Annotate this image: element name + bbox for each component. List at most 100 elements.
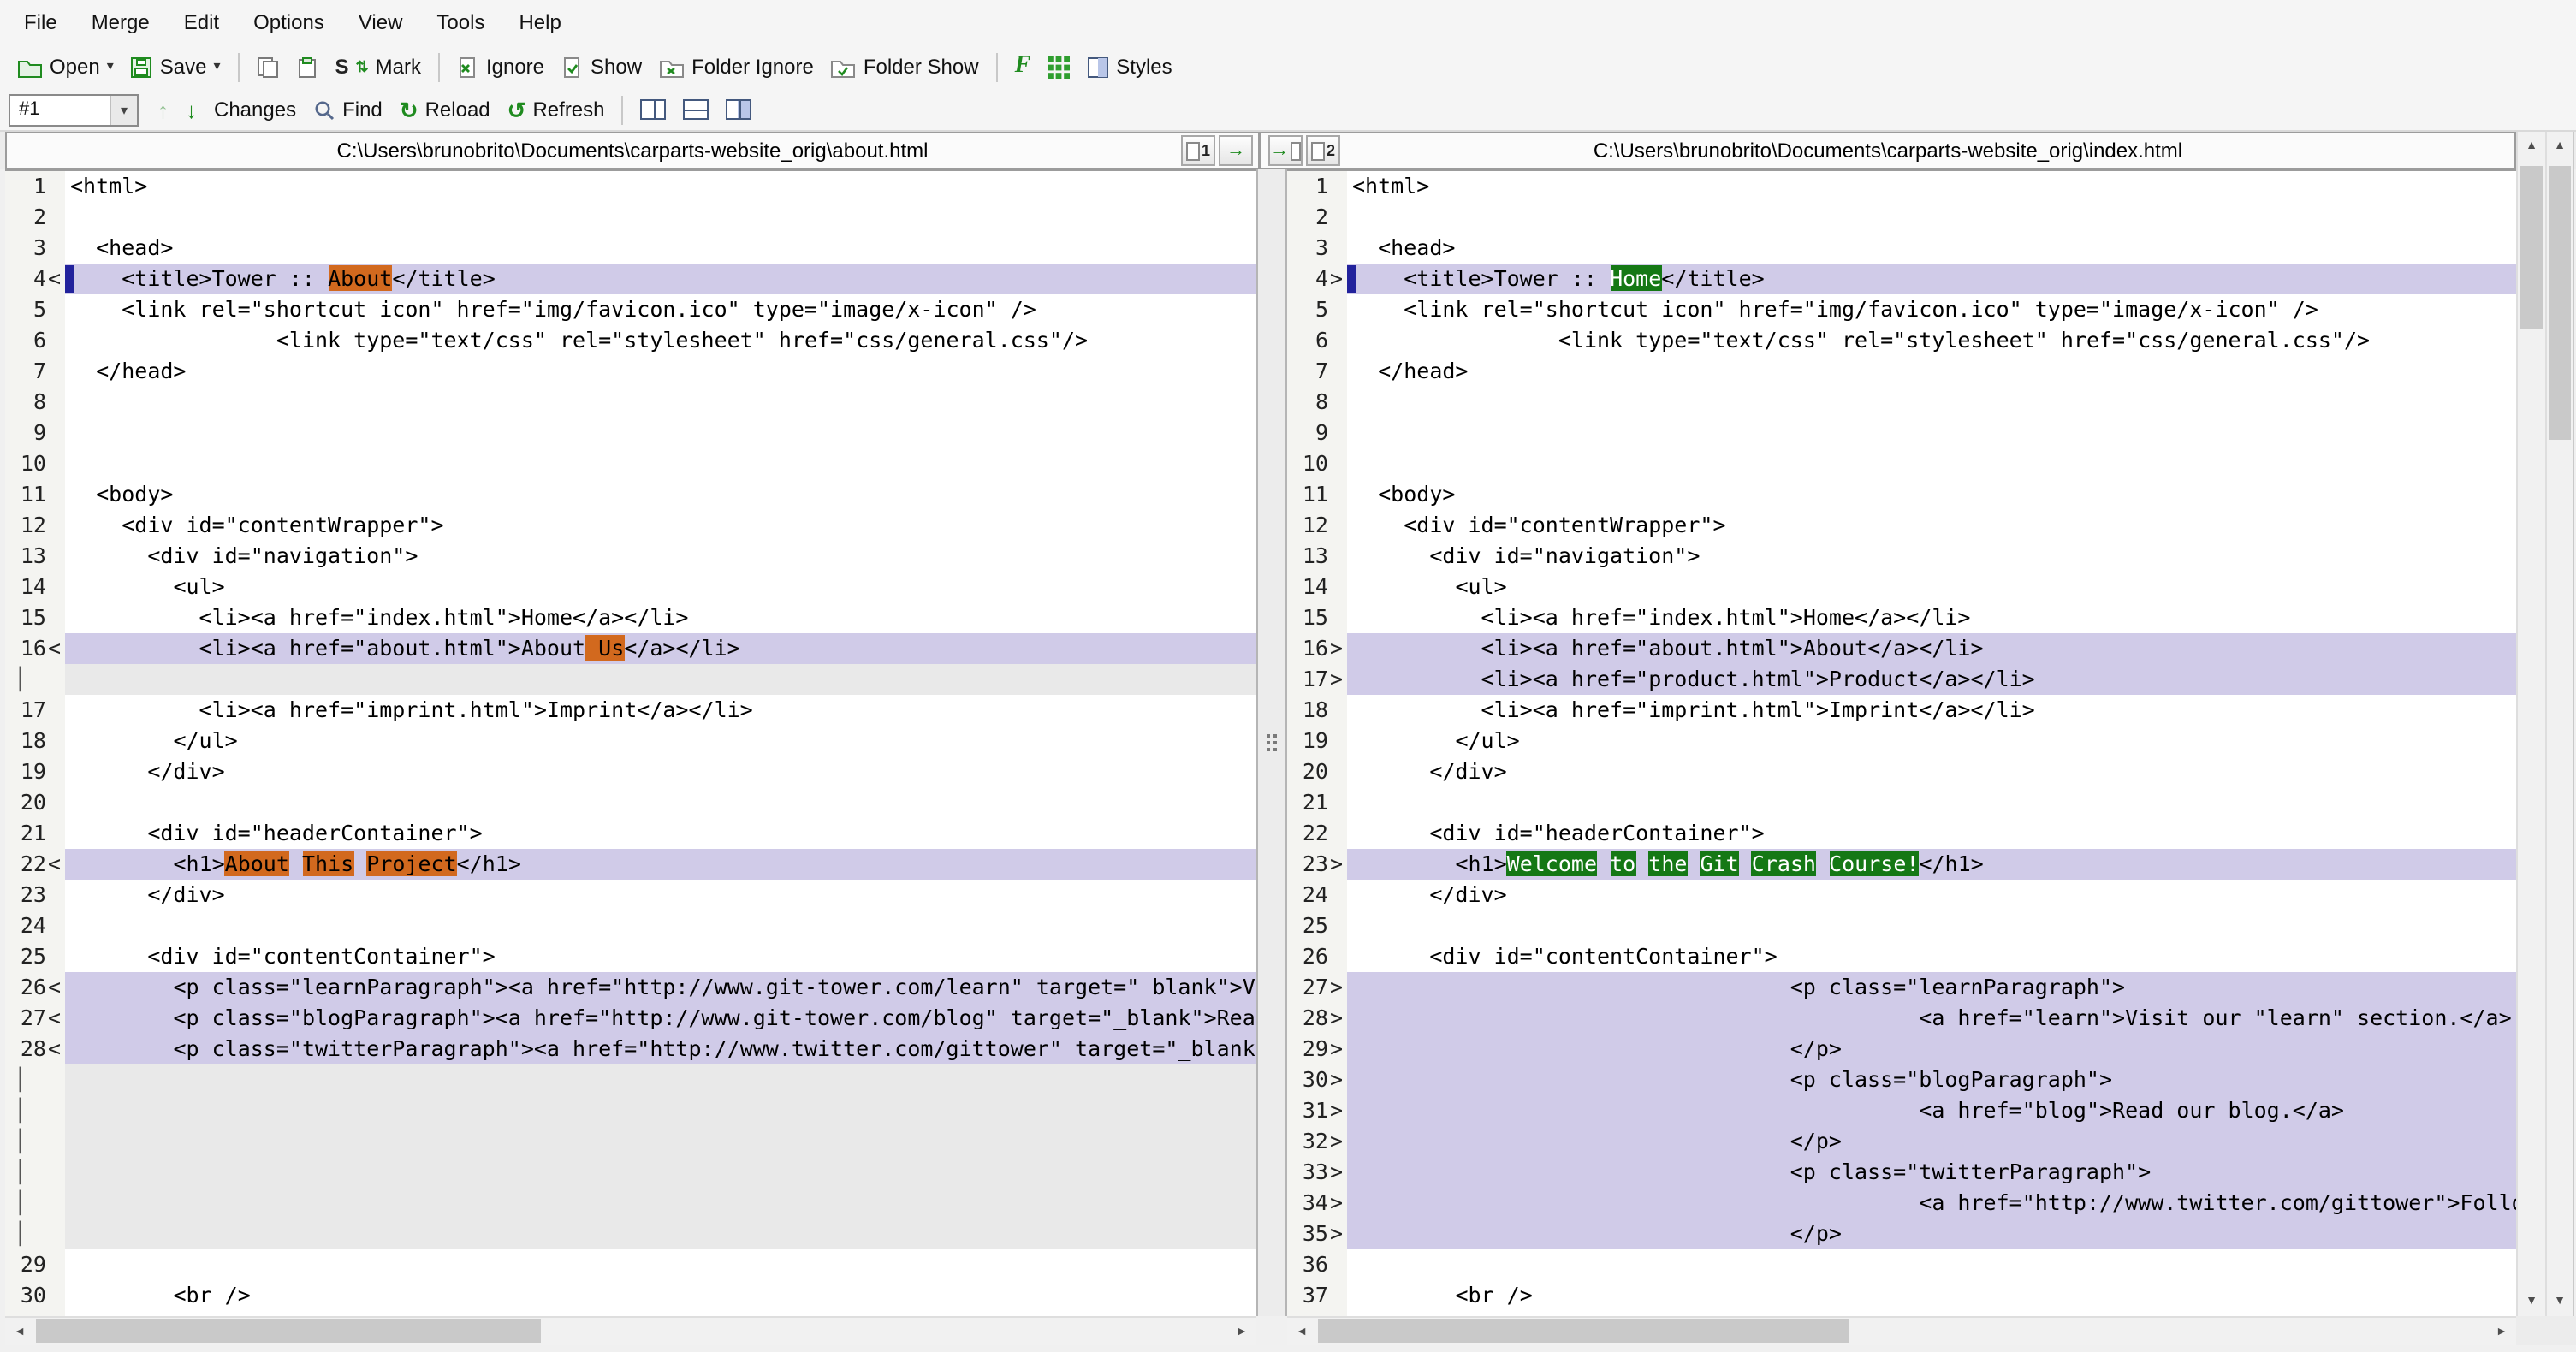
ghost-line[interactable]: │ (5, 664, 1256, 695)
code-line[interactable]: 29 (5, 1249, 1256, 1280)
code-line[interactable]: 15 <li><a href="index.html">Home</a></li… (1287, 602, 2516, 633)
code-line[interactable]: 33 > <p class="twitterParagraph"> (1287, 1157, 2516, 1188)
horizontal-scrollbar-right[interactable]: ◄ ► (1287, 1316, 2516, 1345)
code-line[interactable]: 17 <li><a href="imprint.html">Imprint</a… (5, 695, 1256, 726)
code-line[interactable]: 37 <br /> (1287, 1280, 2516, 1311)
save-button[interactable]: Save ▾ (122, 50, 229, 84)
code-line[interactable]: 8 (1287, 387, 2516, 418)
next-difference-button[interactable]: ↓ (177, 93, 205, 126)
folder-ignore-button[interactable]: Folder Ignore (650, 50, 822, 84)
show-button[interactable]: Show (553, 50, 650, 84)
save-dropdown-icon[interactable]: ▾ (213, 59, 220, 74)
code-line[interactable]: 25 <div id="contentContainer"> (5, 941, 1256, 972)
ghost-line[interactable]: │ (5, 1126, 1256, 1157)
code-line[interactable]: 20 </div> (1287, 756, 2516, 787)
code-line[interactable]: 16 > <li><a href="about.html">About</a></… (1287, 633, 2516, 664)
code-line[interactable]: 16 < <li><a href="about.html">About Us</a… (5, 633, 1256, 664)
code-line[interactable]: 19 </div> (5, 756, 1256, 787)
code-line[interactable]: 11 <body> (5, 479, 1256, 510)
code-line[interactable]: 21 <div id="headerContainer"> (5, 818, 1256, 849)
menu-options[interactable]: Options (236, 2, 341, 43)
code-line[interactable]: 17 > <li><a href="product.html">Product</… (1287, 664, 2516, 695)
open-button[interactable]: Open ▾ (9, 50, 122, 84)
code-line[interactable]: 15 <li><a href="index.html">Home</a></li… (5, 602, 1256, 633)
code-line[interactable]: 10 (1287, 448, 2516, 479)
view-grid-button[interactable] (1039, 50, 1078, 83)
scroll-down-icon[interactable]: ▼ (2547, 1287, 2573, 1316)
code-line[interactable]: 9 (5, 418, 1256, 448)
scroll-down-icon[interactable]: ▼ (2518, 1287, 2545, 1316)
code-line[interactable]: 24 </div> (1287, 880, 2516, 910)
code-line[interactable]: 28 > <a href="learn">Visit our "learn" se… (1287, 1003, 2516, 1034)
horizontal-scrollbar-thumb[interactable] (36, 1319, 541, 1343)
code-line[interactable]: 30 > <p class="blogParagraph"> (1287, 1064, 2516, 1095)
code-line[interactable]: 3 <head> (1287, 233, 2516, 264)
code-line[interactable]: 4 > <title>Tower :: Home</title> (1287, 264, 2516, 294)
layout-horizontal-button[interactable] (675, 94, 718, 125)
code-line[interactable]: 35 > </p> (1287, 1219, 2516, 1249)
refresh-button[interactable]: ↺ Refresh (499, 92, 614, 127)
code-line[interactable]: 27 < <p class="blogParagraph"><a href="ht… (5, 1003, 1256, 1034)
ghost-line[interactable]: │ (5, 1219, 1256, 1249)
code-line[interactable]: 14 <ul> (5, 572, 1256, 602)
code-line[interactable]: 14 <ul> (1287, 572, 2516, 602)
code-line[interactable]: 32 > </p> (1287, 1126, 2516, 1157)
ghost-line[interactable]: │ (5, 1157, 1256, 1188)
code-line[interactable]: 7 </head> (1287, 356, 2516, 387)
layout-vertical-button[interactable] (632, 94, 675, 125)
code-line[interactable]: 34 > <a href="http://www.twitter.com/gitt… (1287, 1188, 2516, 1219)
scroll-up-icon[interactable]: ▲ (2547, 132, 2573, 161)
code-line[interactable]: 20 (5, 787, 1256, 818)
pane-splitter[interactable] (1256, 169, 1287, 1316)
code-line[interactable]: 21 (1287, 787, 2516, 818)
ghost-line[interactable]: │ (5, 1188, 1256, 1219)
code-line[interactable]: 31 > <a href="blog">Read our blog.</a> (1287, 1095, 2516, 1126)
ignore-button[interactable]: Ignore (448, 50, 553, 84)
changes-button[interactable]: Changes (205, 92, 305, 127)
horizontal-scrollbar-thumb[interactable] (1318, 1319, 1849, 1343)
scroll-right-icon[interactable]: ► (1227, 1318, 1256, 1345)
folder-show-button[interactable]: Folder Show (822, 50, 988, 84)
scroll-right-icon[interactable]: ► (2487, 1318, 2516, 1345)
mark-button[interactable]: S ⇅ Mark (327, 50, 430, 84)
diff-selector-combobox[interactable]: #1 ▾ (9, 93, 139, 126)
scroll-left-icon[interactable]: ◄ (5, 1318, 34, 1345)
code-line[interactable]: 27 > <p class="learnParagraph"> (1287, 972, 2516, 1003)
code-line[interactable]: 19 </ul> (1287, 726, 2516, 756)
copy-to-right-button[interactable]: → (1219, 135, 1253, 166)
code-line[interactable]: 11 <body> (1287, 479, 2516, 510)
code-line[interactable]: 25 (1287, 910, 2516, 941)
open-dropdown-icon[interactable]: ▾ (107, 59, 114, 74)
horizontal-scrollbar-left[interactable]: ◄ ► (5, 1316, 1256, 1345)
diff-selector-dropdown-icon[interactable]: ▾ (110, 95, 137, 124)
code-line[interactable]: 1 <html> (5, 171, 1256, 202)
code-line[interactable]: 23 > <h1>Welcome to the Git Crash Course!… (1287, 849, 2516, 880)
code-line[interactable]: 22 < <h1>About This Project</h1> (5, 849, 1256, 880)
paste-button[interactable] (288, 50, 327, 83)
code-line[interactable]: 7 </head> (5, 356, 1256, 387)
menu-merge[interactable]: Merge (74, 2, 167, 43)
diff-pane-right[interactable]: 1 <html> 2 3 <head> 4 > <title>Tower :: Home<… (1287, 169, 2516, 1316)
scroll-left-icon[interactable]: ◄ (1287, 1318, 1316, 1345)
copy-button[interactable] (248, 50, 288, 83)
code-line[interactable]: 12 <div id="contentWrapper"> (1287, 510, 2516, 541)
diff-pane-left[interactable]: 1 <html> 2 3 <head> 4 < <title>Tower :: About… (5, 169, 1256, 1316)
code-line[interactable]: 5 <link rel="shortcut icon" href="img/fa… (1287, 294, 2516, 325)
filter-button[interactable]: F (1006, 50, 1040, 84)
code-line[interactable]: 9 (1287, 418, 2516, 448)
code-line[interactable]: 23 </div> (5, 880, 1256, 910)
vertical-scrollbar-thumb[interactable] (2549, 166, 2571, 440)
code-line[interactable]: 24 (5, 910, 1256, 941)
previous-difference-button[interactable]: ↑ (149, 93, 177, 126)
code-line[interactable]: 12 <div id="contentWrapper"> (5, 510, 1256, 541)
styles-button[interactable]: Styles (1078, 50, 1180, 84)
code-line[interactable]: 26 < <p class="learnParagraph"><a href="h… (5, 972, 1256, 1003)
code-line[interactable]: 18 <li><a href="imprint.html">Imprint</a… (1287, 695, 2516, 726)
code-line[interactable]: 26 <div id="contentContainer"> (1287, 941, 2516, 972)
layout-active-pane-button[interactable] (718, 94, 761, 125)
vertical-scrollbar-outer[interactable]: ▲ ▼ (2545, 132, 2574, 1316)
code-line[interactable]: 4 < <title>Tower :: About</title> (5, 264, 1256, 294)
code-line[interactable]: 2 (5, 202, 1256, 233)
code-line[interactable]: 1 <html> (1287, 171, 2516, 202)
vertical-scrollbar-thumb[interactable] (2520, 166, 2543, 329)
